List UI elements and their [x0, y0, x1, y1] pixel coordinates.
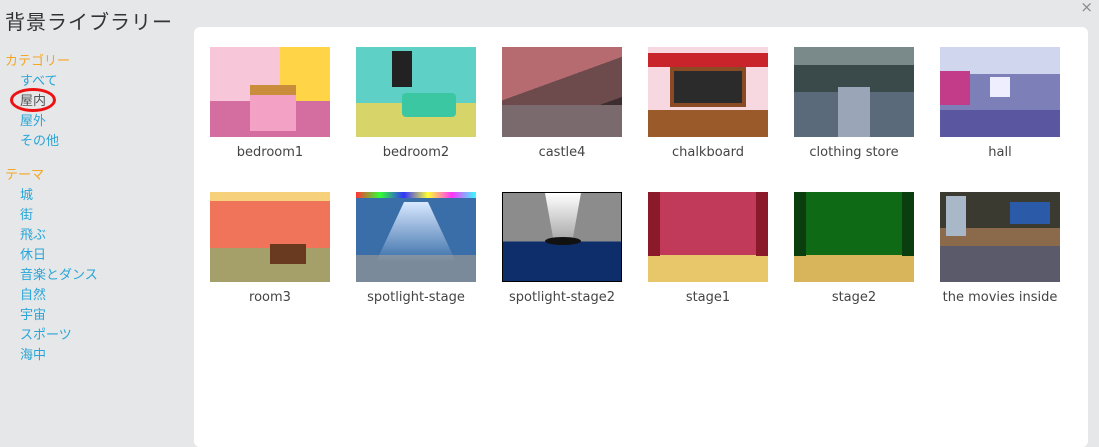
page-title: 背景ライブラリー	[5, 10, 173, 34]
backdrop-label: the movies inside	[942, 290, 1058, 305]
backdrop-label: stage2	[831, 290, 877, 305]
backdrop-item[interactable]: the movies inside	[940, 192, 1060, 305]
backdrop-label: bedroom2	[382, 145, 450, 160]
backdrop-item[interactable]: stage2	[794, 192, 914, 305]
theme-music-dance[interactable]: 音楽とダンス	[0, 266, 190, 286]
backdrop-item[interactable]: chalkboard	[648, 47, 768, 160]
backdrop-item[interactable]: room3	[210, 192, 330, 305]
close-icon[interactable]: ×	[1080, 0, 1093, 16]
backdrop-thumbnail	[648, 192, 768, 282]
theme-heading: テーマ	[5, 168, 45, 183]
backdrop-item[interactable]: bedroom2	[356, 47, 476, 160]
category-other[interactable]: その他	[0, 132, 190, 152]
sidebar: カテゴリー すべて 屋内 屋外 その他 テーマ 城 街 飛ぶ 休日 音楽とダンス…	[0, 52, 190, 366]
backdrop-label: room3	[249, 290, 291, 305]
backdrop-item[interactable]: clothing store	[794, 47, 914, 160]
backdrop-thumbnail	[502, 47, 622, 137]
theme-nature[interactable]: 自然	[0, 286, 190, 306]
backdrop-thumbnail	[940, 192, 1060, 282]
backdrop-label: hall	[988, 145, 1012, 160]
theme-castle[interactable]: 城	[0, 186, 190, 206]
backdrop-thumbnail	[356, 192, 476, 282]
theme-sports[interactable]: スポーツ	[0, 326, 190, 346]
backdrop-label: castle4	[538, 145, 586, 160]
library-panel: bedroom1 bedroom2 castle4 chalkboard clo…	[194, 27, 1088, 447]
theme-underwater[interactable]: 海中	[0, 346, 190, 366]
backdrop-thumbnail	[210, 47, 330, 137]
backdrop-item[interactable]: spotlight-stage2	[502, 192, 622, 305]
theme-holiday[interactable]: 休日	[0, 246, 190, 266]
backdrop-item[interactable]: spotlight-stage	[356, 192, 476, 305]
theme-city[interactable]: 街	[0, 206, 190, 226]
backdrop-thumbnail	[210, 192, 330, 282]
backdrop-thumbnail	[794, 192, 914, 282]
backdrop-thumbnail	[356, 47, 476, 137]
backdrop-thumbnail	[502, 192, 622, 282]
backdrop-label: clothing store	[809, 145, 899, 160]
backdrop-thumbnail	[940, 47, 1060, 137]
theme-space[interactable]: 宇宙	[0, 306, 190, 326]
backdrop-item[interactable]: hall	[940, 47, 1060, 160]
category-outdoors[interactable]: 屋外	[0, 112, 190, 132]
category-heading: カテゴリー	[5, 54, 71, 69]
backdrop-label: chalkboard	[671, 145, 745, 160]
backdrop-label: bedroom1	[236, 145, 304, 160]
backdrop-thumbnail	[648, 47, 768, 137]
backdrop-item[interactable]: castle4	[502, 47, 622, 160]
backdrop-thumbnail	[794, 47, 914, 137]
backdrop-item[interactable]: bedroom1	[210, 47, 330, 160]
category-indoors[interactable]: 屋内	[0, 88, 190, 112]
backdrop-item[interactable]: stage1	[648, 192, 768, 305]
backdrop-label: stage1	[685, 290, 731, 305]
backdrop-label: spotlight-stage	[367, 290, 465, 305]
theme-flying[interactable]: 飛ぶ	[0, 226, 190, 246]
backdrop-label: spotlight-stage2	[509, 290, 615, 305]
